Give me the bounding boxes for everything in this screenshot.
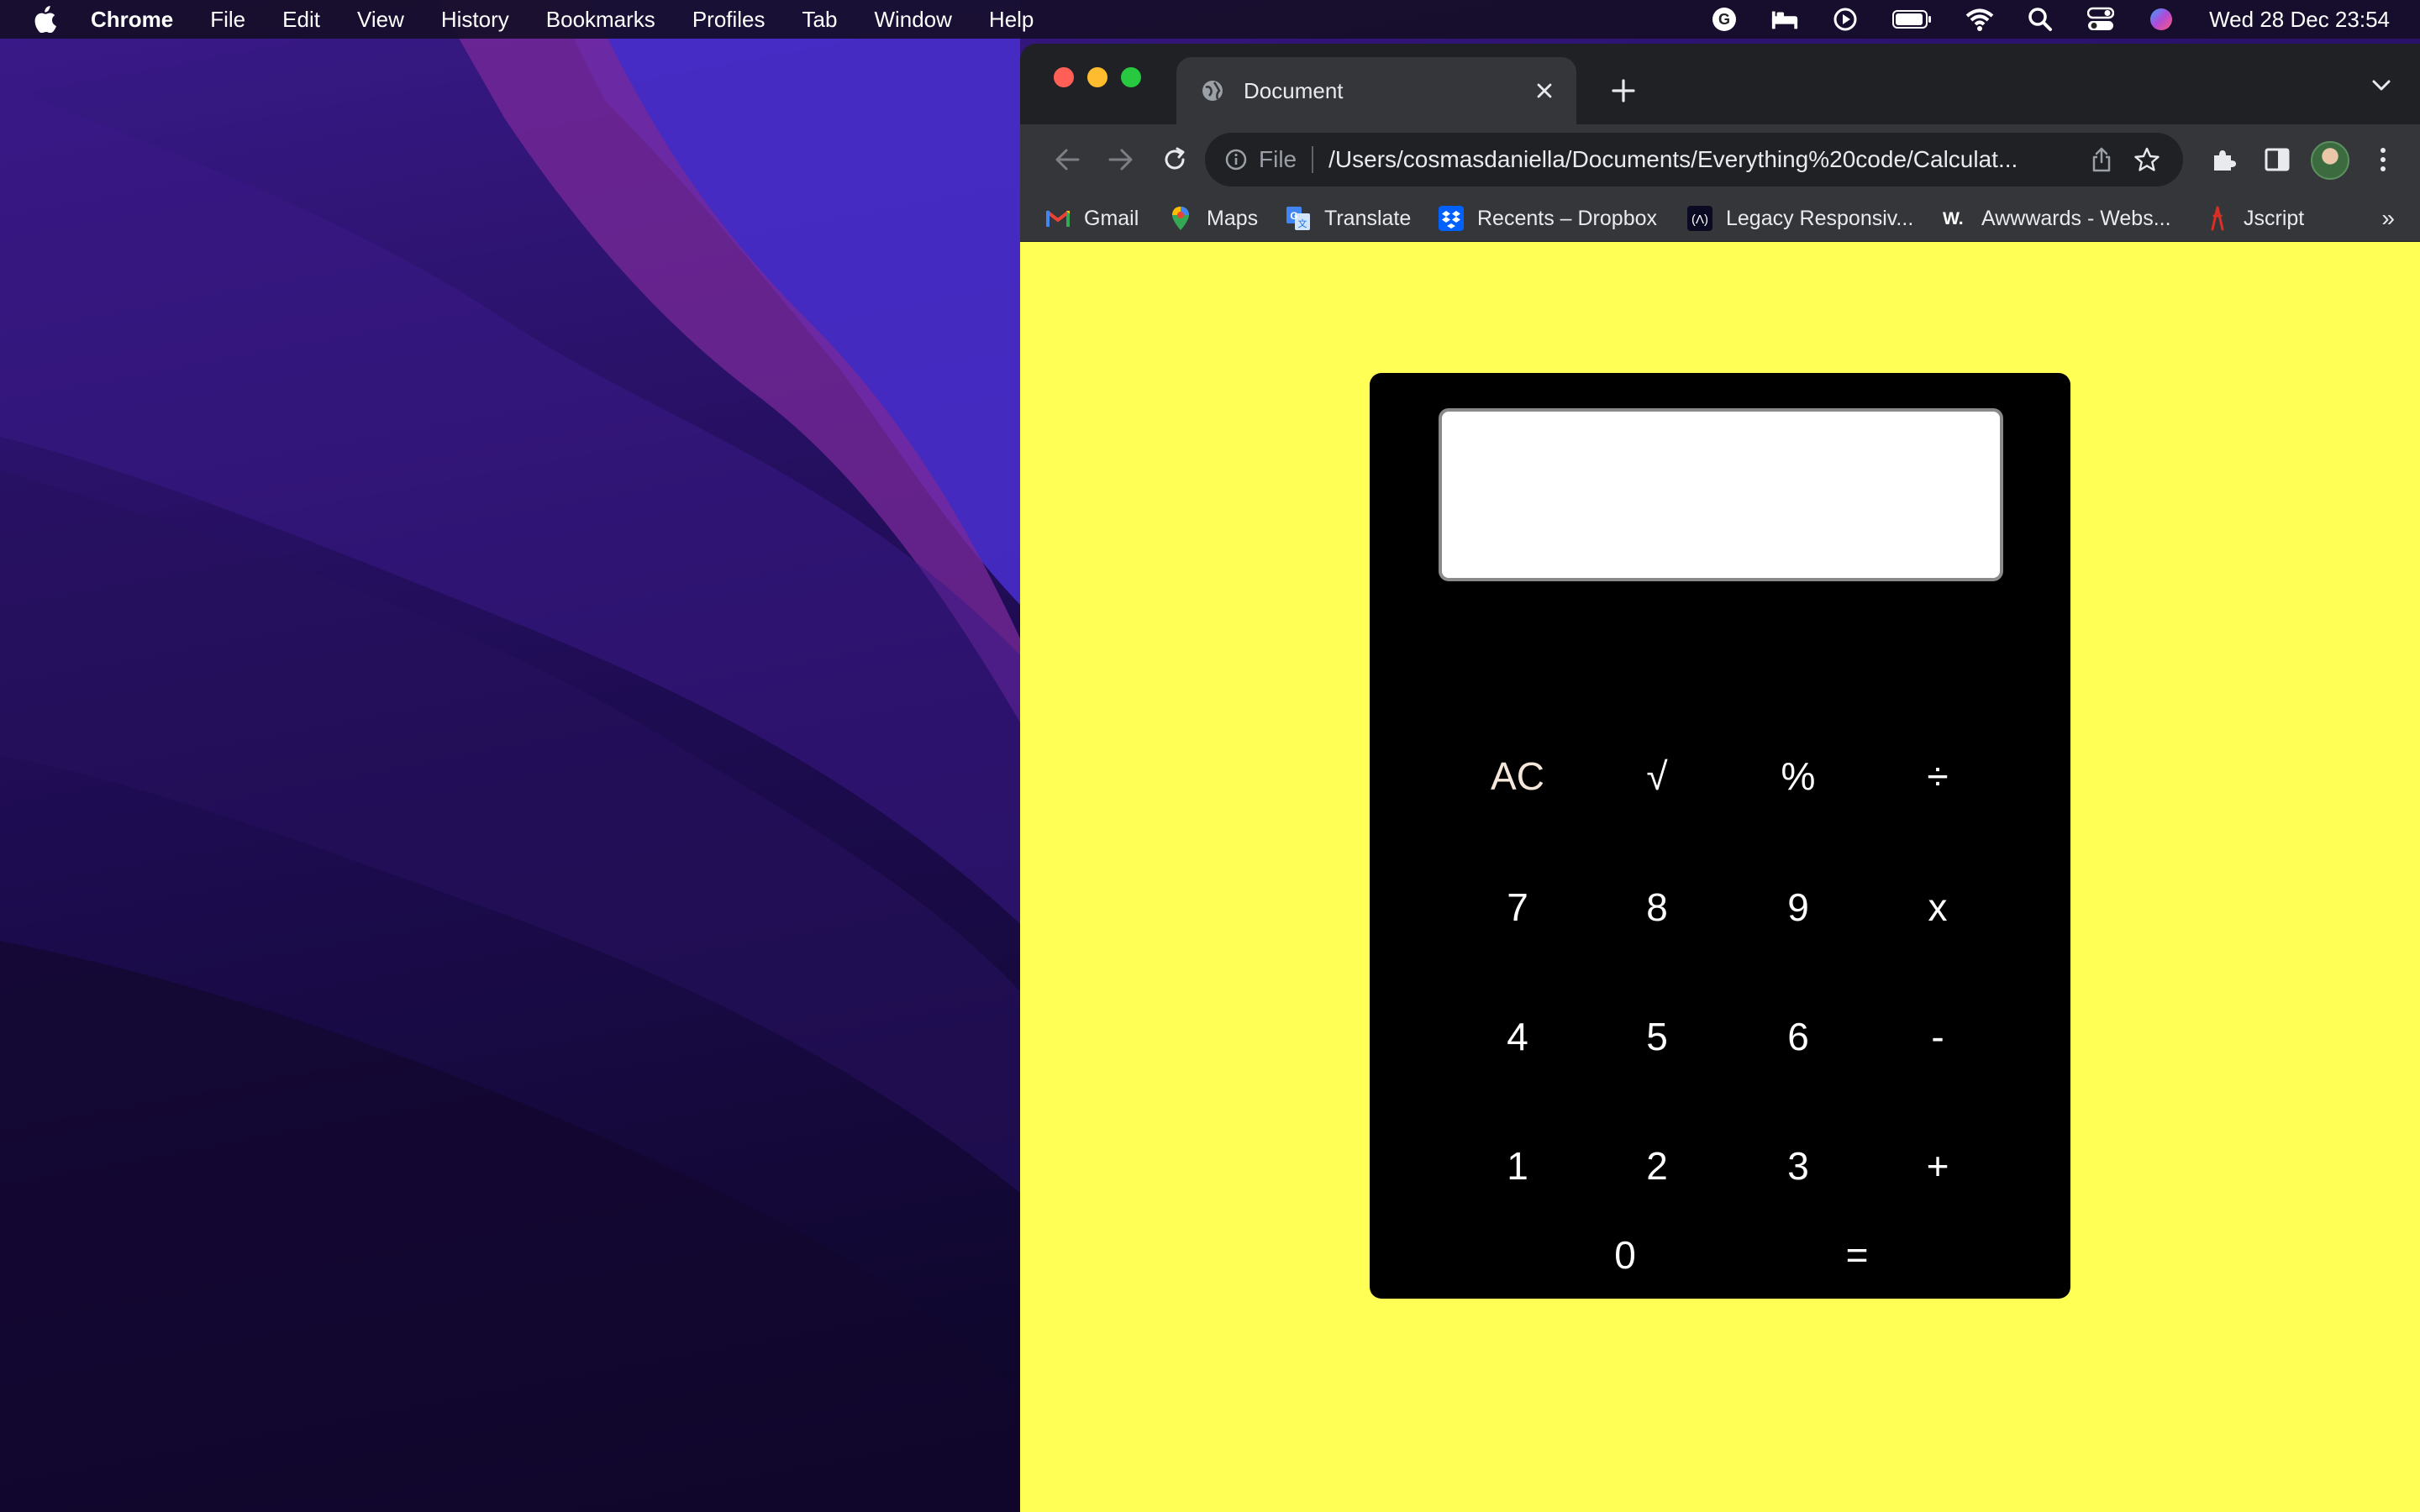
more-menu-icon[interactable] <box>2361 138 2405 181</box>
battery-icon[interactable] <box>1891 5 1933 34</box>
bookmark-dropbox[interactable]: Recents – Dropbox <box>1439 205 1657 232</box>
svg-text:文: 文 <box>1298 218 1307 229</box>
bookmark-legacy-responsive[interactable]: (Λ) Legacy Responsiv... <box>1687 205 1913 232</box>
awwwards-icon: W. <box>1943 206 1968 231</box>
browser-window: Document File /Users/cosmasdaniella/Docu… <box>1020 44 2420 1512</box>
calculator-display[interactable] <box>1439 408 2003 581</box>
key-3[interactable]: 3 <box>1748 1124 1849 1208</box>
bed-icon[interactable] <box>1770 5 1799 34</box>
forward-arrow-icon[interactable] <box>1099 138 1143 181</box>
key-subtract[interactable]: - <box>1887 995 1988 1079</box>
side-panel-icon[interactable] <box>2255 138 2299 181</box>
jscript-icon <box>2205 206 2230 231</box>
status-area: G Wed 28 Dec 23:54 <box>1678 0 2390 39</box>
menu-file[interactable]: File <box>210 7 245 33</box>
menu-app-name[interactable]: Chrome <box>91 7 173 33</box>
key-add[interactable]: + <box>1887 1124 1988 1208</box>
url-text[interactable]: /Users/cosmasdaniella/Documents/Everythi… <box>1328 146 2085 173</box>
key-equals[interactable]: = <box>1807 1213 1907 1297</box>
back-arrow-icon[interactable] <box>1045 138 1089 181</box>
window-maximize-button[interactable] <box>1121 67 1141 87</box>
menu-window[interactable]: Window <box>874 7 951 33</box>
siri-icon[interactable] <box>2147 5 2175 34</box>
bookmarks-overflow-chevron[interactable]: » <box>2381 205 2395 232</box>
close-tab-icon[interactable] <box>1528 74 1561 108</box>
key-multiply[interactable]: x <box>1887 865 1988 949</box>
svg-text:W.: W. <box>1943 209 1964 228</box>
file-scheme-label: File <box>1259 146 1297 172</box>
bookmark-label: Legacy Responsiv... <box>1726 206 1914 230</box>
translate-icon: G文 <box>1286 206 1311 231</box>
maps-pin-icon <box>1168 206 1193 231</box>
bookmarks-bar: Gmail Maps G文 Translate Recents – Dropbo… <box>1020 195 2420 242</box>
key-all-clear[interactable]: AC <box>1467 734 1568 818</box>
bookmark-label: Translate <box>1324 206 1412 230</box>
bookmark-label: Gmail <box>1084 206 1139 230</box>
freecodecamp-icon: (Λ) <box>1687 206 1712 231</box>
bookmark-gmail[interactable]: Gmail <box>1045 205 1139 232</box>
calculator: AC √ % ÷ 7 8 9 x 4 5 6 - 1 2 3 + 0 = <box>1370 373 2070 1299</box>
tab-document[interactable]: Document <box>1176 57 1576 124</box>
key-8[interactable]: 8 <box>1607 865 1707 949</box>
reload-icon[interactable] <box>1153 138 1197 181</box>
tab-strip: Document <box>1020 44 2420 124</box>
browser-toolbar: File /Users/cosmasdaniella/Documents/Eve… <box>1020 124 2420 195</box>
menu-bar: Chrome File Edit View History Bookmarks … <box>0 0 2420 39</box>
key-5[interactable]: 5 <box>1607 995 1707 1079</box>
svg-text:G: G <box>1290 210 1297 222</box>
window-close-button[interactable] <box>1054 67 1074 87</box>
key-7[interactable]: 7 <box>1467 865 1568 949</box>
key-0[interactable]: 0 <box>1575 1213 1676 1297</box>
menu-history[interactable]: History <box>441 7 509 33</box>
profile-avatar[interactable] <box>2311 141 2349 180</box>
window-minimize-button[interactable] <box>1087 67 1107 87</box>
menu-tab[interactable]: Tab <box>802 7 838 33</box>
tab-title: Document <box>1244 77 1344 103</box>
globe-icon <box>1200 78 1225 103</box>
bookmark-translate[interactable]: G文 Translate <box>1286 205 1411 232</box>
key-percent[interactable]: % <box>1748 734 1849 818</box>
svg-text:(Λ): (Λ) <box>1691 213 1708 227</box>
menu-edit[interactable]: Edit <box>282 7 320 33</box>
menu-profiles[interactable]: Profiles <box>692 7 765 33</box>
bookmark-label: Recents – Dropbox <box>1477 206 1658 230</box>
svg-text:G: G <box>1718 11 1730 28</box>
menu-bookmarks[interactable]: Bookmarks <box>546 7 655 33</box>
spotlight-search-icon[interactable] <box>2026 5 2054 34</box>
page-content: AC √ % ÷ 7 8 9 x 4 5 6 - 1 2 3 + 0 = <box>1020 242 2420 1512</box>
tab-search-chevron-icon[interactable] <box>2365 69 2398 102</box>
bookmark-label: Awwwards - Webs... <box>1981 206 2171 230</box>
key-6[interactable]: 6 <box>1748 995 1849 1079</box>
share-icon[interactable] <box>2085 143 2118 176</box>
key-9[interactable]: 9 <box>1748 865 1849 949</box>
extensions-puzzle-icon[interactable] <box>2202 138 2245 181</box>
menubar-clock[interactable]: Wed 28 Dec 23:54 <box>2209 7 2390 33</box>
bookmark-star-icon[interactable] <box>2130 143 2164 176</box>
address-separator <box>1312 146 1314 173</box>
wifi-icon[interactable] <box>1965 5 1994 34</box>
bookmark-label: Maps <box>1207 206 1259 230</box>
new-tab-button[interactable] <box>1598 66 1649 116</box>
gmail-icon <box>1045 206 1071 231</box>
menu-help[interactable]: Help <box>989 7 1034 33</box>
key-4[interactable]: 4 <box>1467 995 1568 1079</box>
menu-view[interactable]: View <box>357 7 404 33</box>
key-divide[interactable]: ÷ <box>1887 734 1988 818</box>
bookmark-maps[interactable]: Maps <box>1168 205 1258 232</box>
dropbox-icon <box>1439 206 1464 231</box>
play-icon[interactable] <box>1831 5 1860 34</box>
control-center-icon[interactable] <box>2086 5 2115 34</box>
bookmark-label: Jscript <box>2244 206 2305 230</box>
address-bar[interactable]: File /Users/cosmasdaniella/Documents/Eve… <box>1205 133 2183 186</box>
bookmark-awwwards[interactable]: W. Awwwards - Webs... <box>1943 205 2171 232</box>
key-1[interactable]: 1 <box>1467 1124 1568 1208</box>
grammarly-icon[interactable]: G <box>1710 5 1739 34</box>
key-square-root[interactable]: √ <box>1607 734 1707 818</box>
bookmark-jscript[interactable]: Jscript <box>2205 205 2304 232</box>
site-info-icon[interactable] <box>1222 145 1250 174</box>
key-2[interactable]: 2 <box>1607 1124 1707 1208</box>
apple-logo-icon[interactable] <box>32 5 57 34</box>
